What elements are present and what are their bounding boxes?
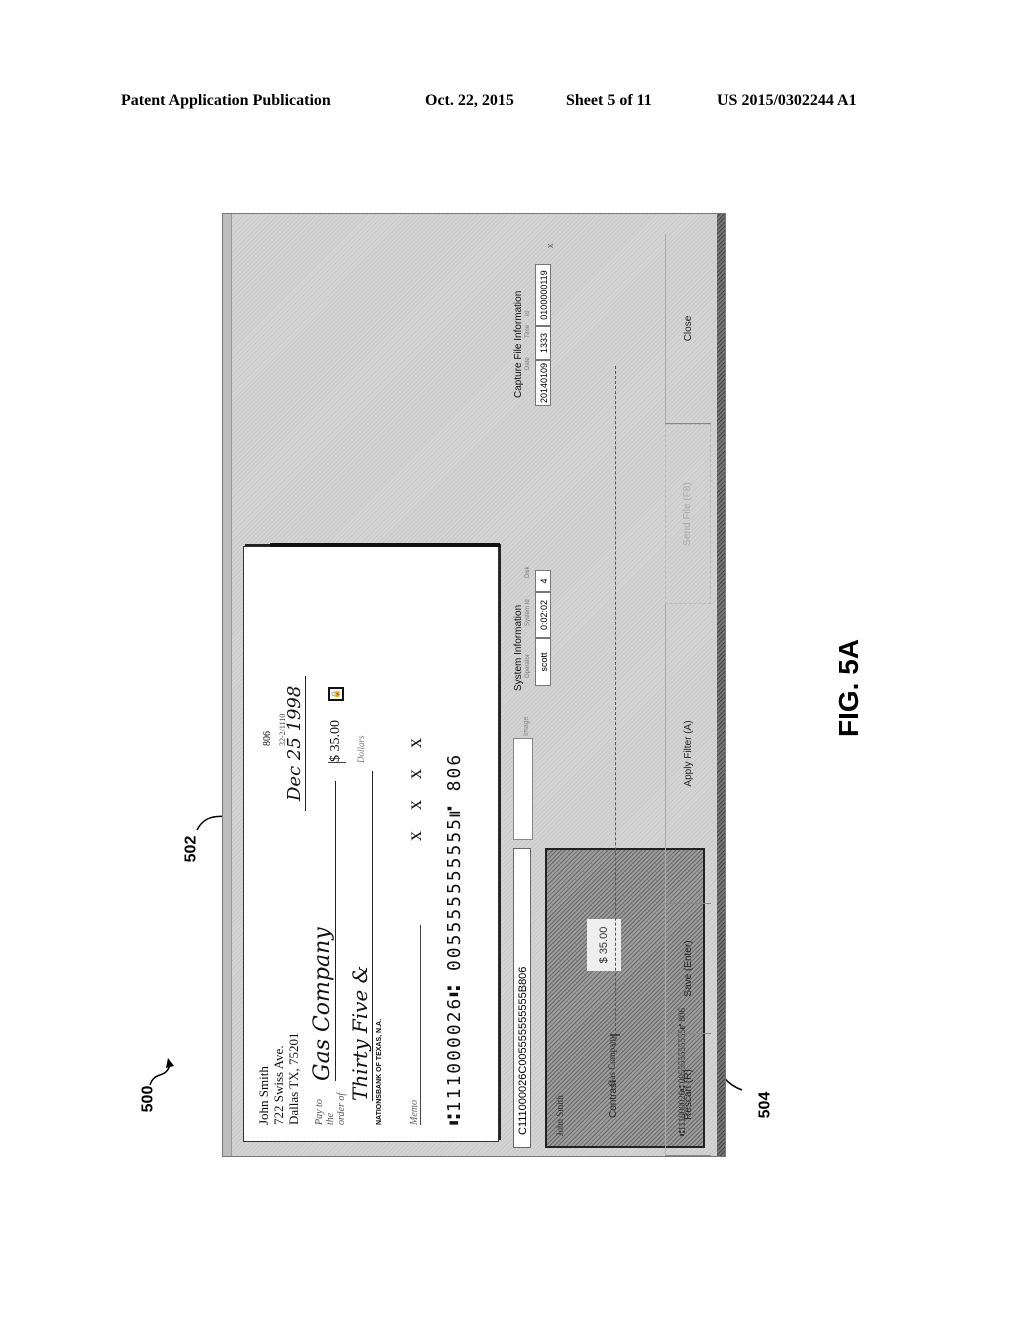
thumb-holder: John Smith bbox=[555, 1095, 565, 1136]
dollars-label: Dollars bbox=[356, 735, 366, 763]
check-number: 806 bbox=[262, 731, 273, 746]
capture-info-title: Capture File Information bbox=[513, 290, 524, 398]
rescan-button[interactable]: Rescan (R) bbox=[665, 1034, 711, 1156]
apply-filter-button[interactable]: Apply Filter (A) bbox=[665, 604, 711, 904]
capture-header-time: Time bbox=[525, 324, 531, 338]
security-lock-icon: 🔒 bbox=[328, 687, 344, 701]
capture-time-value: 1333 bbox=[535, 326, 551, 360]
publication-date: Oct. 22, 2015 bbox=[425, 92, 514, 109]
check-account-holder: John Smith 722 Swiss Ave. Dallas TX, 752… bbox=[256, 1032, 301, 1125]
check-signature: x x x x bbox=[404, 730, 426, 841]
system-header-system-id: System Id bbox=[525, 599, 531, 626]
check-payee: Gas Company bbox=[310, 781, 336, 1081]
window-top-edge bbox=[223, 214, 232, 1156]
contrast-label: Contrast bbox=[608, 1080, 619, 1118]
bank-name: NATIONSBANK OF TEXAS, N.A. bbox=[376, 1018, 383, 1125]
check-image-edge bbox=[270, 543, 500, 547]
image-label: Image bbox=[523, 716, 530, 736]
close-x-icon[interactable]: x bbox=[545, 244, 555, 249]
system-info-title: System Information bbox=[513, 604, 524, 691]
save-button[interactable]: Save (Enter) bbox=[665, 904, 711, 1034]
ref-500-leader bbox=[149, 1058, 174, 1086]
system-header-operator: Operator bbox=[525, 654, 531, 678]
pay-to-label: Pay to the order of bbox=[314, 1092, 347, 1125]
check-image: John Smith 722 Swiss Ave. Dallas TX, 752… bbox=[243, 543, 500, 1142]
capture-header-date: Date bbox=[525, 357, 531, 370]
figure-label: FIG. 5A bbox=[833, 638, 865, 738]
system-operator-value: scott bbox=[535, 638, 551, 686]
system-id-value: 0:02:02 bbox=[535, 592, 551, 638]
contrast-slider[interactable] bbox=[615, 366, 616, 1046]
send-file-button[interactable]: Send File (F8) bbox=[665, 424, 711, 604]
system-disk-value: 4 bbox=[535, 570, 551, 592]
capture-id-value: 0100000119 bbox=[535, 264, 551, 326]
check-amount-words: Thirty Five & bbox=[348, 771, 373, 1101]
micr-id-field[interactable]: C111000026C005555555555B806 bbox=[513, 848, 531, 1148]
patent-number: US 2015/0302244 A1 bbox=[717, 92, 857, 109]
capture-header-id: Id bbox=[525, 310, 531, 316]
contrast-slider-handle[interactable] bbox=[610, 1034, 620, 1036]
system-header-disk: Disk bbox=[525, 566, 531, 578]
memo-label: Memo bbox=[409, 925, 421, 1125]
check-review-window: John Smith 722 Swiss Ave. Dallas TX, 752… bbox=[222, 213, 726, 1157]
blank-input-field[interactable] bbox=[513, 738, 533, 840]
close-button[interactable]: Close bbox=[665, 234, 711, 424]
micr-line: ⑆111000026⑆ 005555555555⑈ 806 bbox=[444, 752, 465, 1125]
sheet-number: Sheet 5 of 11 bbox=[566, 92, 652, 109]
publication-type: Patent Application Publication bbox=[121, 92, 331, 109]
check-date: Dec 25 1998 bbox=[284, 675, 306, 811]
window-bottom-edge bbox=[717, 214, 725, 1156]
capture-date-value: 20140109 bbox=[535, 360, 551, 406]
ref-504: 504 bbox=[756, 1091, 774, 1119]
